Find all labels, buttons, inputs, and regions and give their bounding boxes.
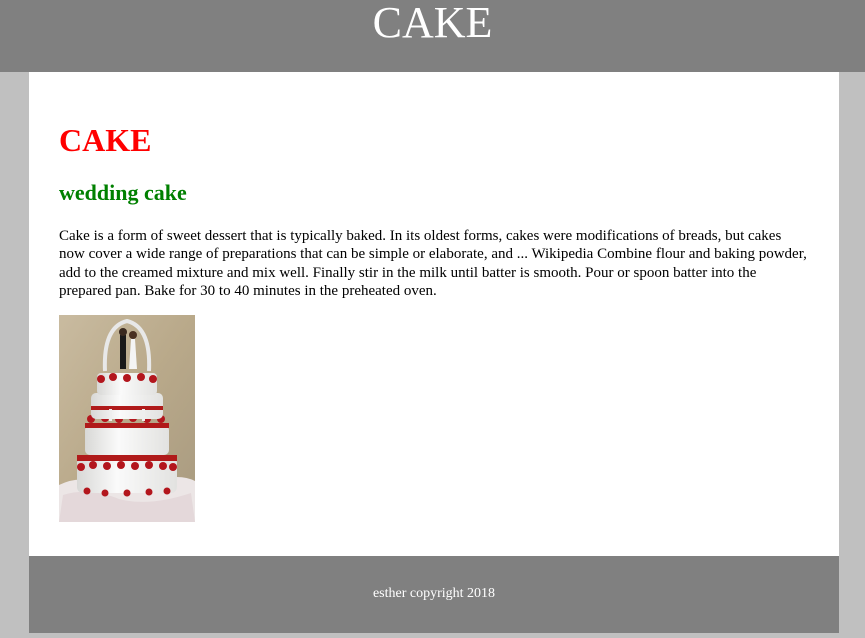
main-content: CAKE wedding cake Cake is a form of swee… <box>29 72 839 556</box>
article-subtitle: wedding cake <box>59 180 187 205</box>
site-footer: esther copyright 2018 <box>29 556 839 633</box>
article-title: CAKE <box>59 122 152 158</box>
site-header: CAKE <box>0 0 865 72</box>
site-title: CAKE <box>372 0 493 47</box>
wedding-cake-image <box>59 315 195 522</box>
article-body: Cake is a form of sweet dessert that is … <box>59 228 807 299</box>
copyright-text: esther copyright 2018 <box>372 586 496 601</box>
